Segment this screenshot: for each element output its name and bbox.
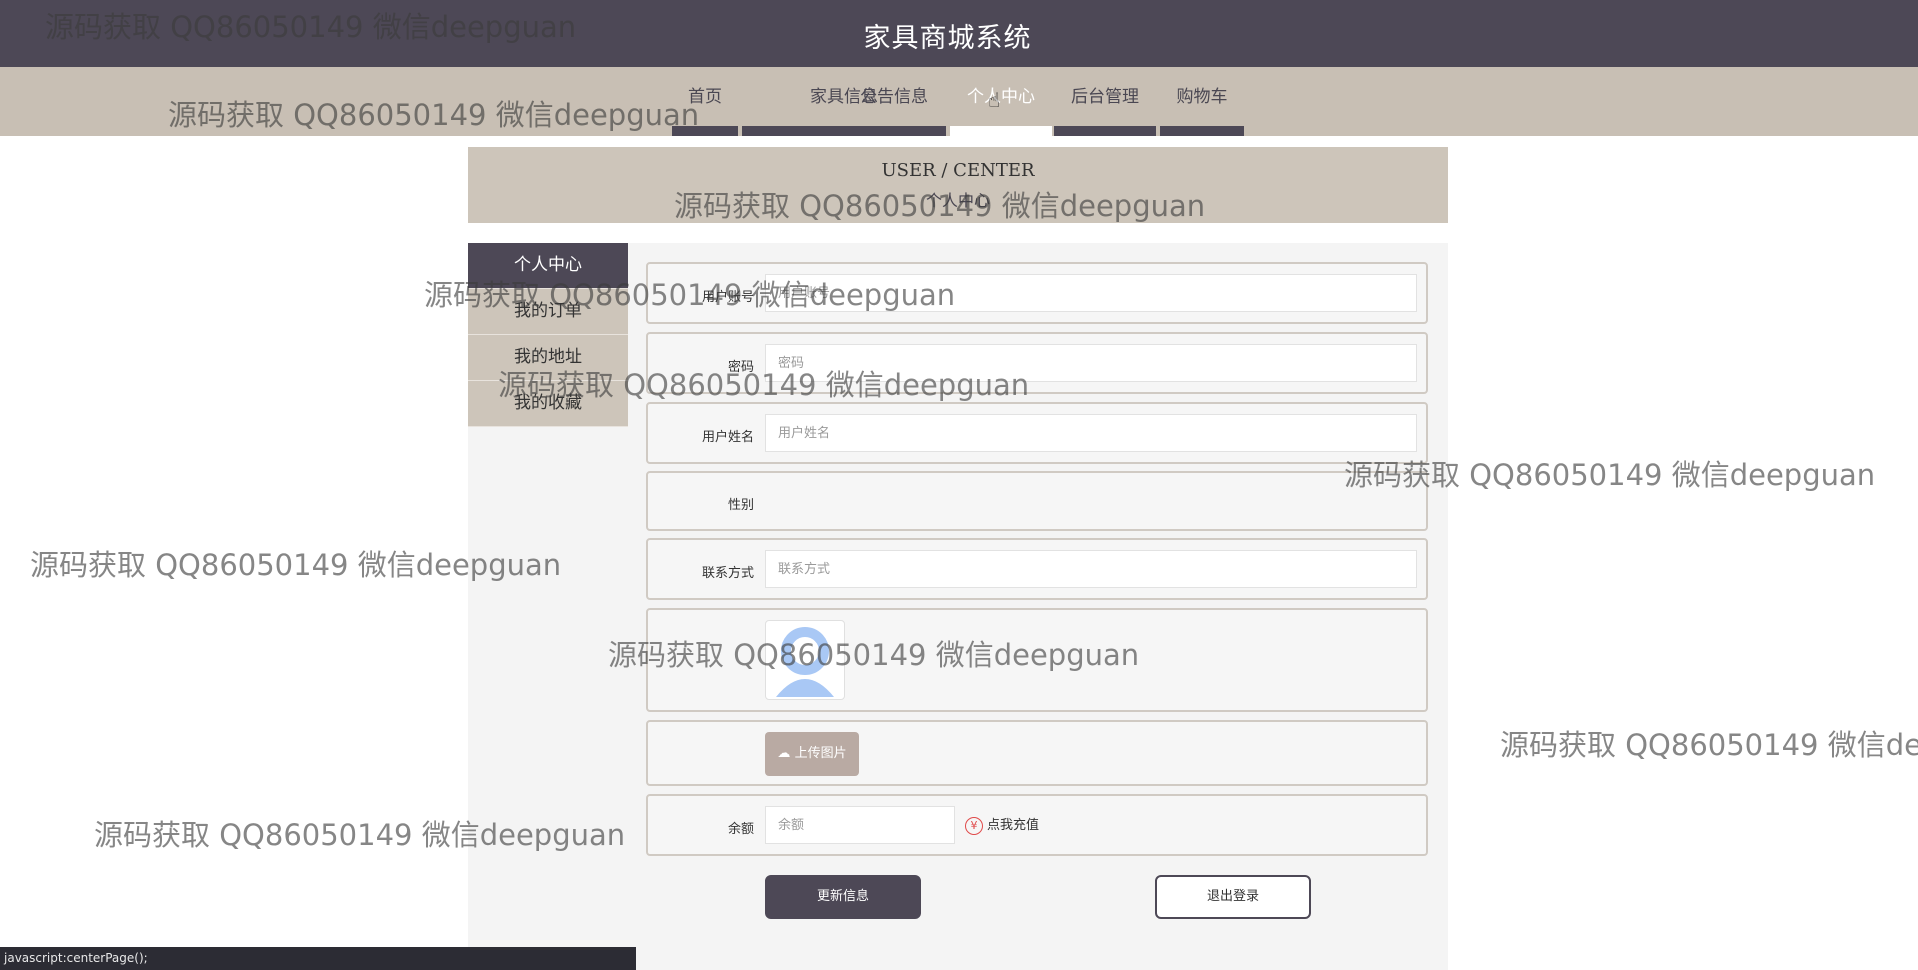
page-banner: USER / CENTER 个人中心 bbox=[468, 147, 1448, 223]
nav-item-notice[interactable]: 公告信息 bbox=[836, 67, 952, 136]
logout-button[interactable]: 退出登录 bbox=[1155, 875, 1311, 919]
upload-image-button[interactable]: ☁ 上传图片 bbox=[765, 732, 859, 776]
site-title: 家具商城系统 bbox=[863, 23, 1032, 54]
realname-label: 用户姓名 bbox=[701, 430, 754, 445]
form-row-password: 密码 bbox=[646, 332, 1428, 394]
nav-item-admin[interactable]: 后台管理 bbox=[1054, 67, 1156, 136]
watermark: 源码获取 QQ86050149 微信deepguan bbox=[1500, 728, 1918, 762]
nav-item-cart[interactable]: 购物车 bbox=[1160, 67, 1244, 136]
recharge-label: 点我充值 bbox=[987, 818, 1040, 833]
password-input[interactable] bbox=[765, 344, 1417, 382]
sidebar: 个人中心 我的订单 我的地址 我的收藏 bbox=[468, 243, 628, 427]
form-row-upload: ☁ 上传图片 bbox=[646, 720, 1428, 786]
form-row-balance: 余额 ¥ 点我充值 bbox=[646, 794, 1428, 856]
update-info-button[interactable]: 更新信息 bbox=[765, 875, 921, 919]
form-row-username: 用户账号 bbox=[646, 262, 1428, 324]
top-header: 家具商城系统 bbox=[0, 0, 1918, 67]
cloud-upload-icon: ☁ bbox=[777, 746, 791, 761]
banner-title-cn: 个人中心 bbox=[925, 191, 990, 210]
user-avatar-icon bbox=[765, 620, 845, 700]
realname-input[interactable] bbox=[765, 414, 1417, 452]
gender-label: 性别 bbox=[727, 498, 754, 513]
sidebar-item-orders[interactable]: 我的订单 bbox=[468, 289, 628, 335]
browser-status-bar: javascript:centerPage(); bbox=[0, 947, 636, 970]
main-nav: 首页 家具信息 公告信息 个人中心 后台管理 购物车 bbox=[0, 67, 1918, 136]
username-label: 用户账号 bbox=[701, 290, 754, 305]
password-label: 密码 bbox=[727, 360, 754, 375]
upload-image-label: 上传图片 bbox=[794, 746, 847, 761]
pointer-cursor-icon: ☝ bbox=[988, 88, 1001, 112]
form-row-phone: 联系方式 bbox=[646, 538, 1428, 600]
sidebar-item-user-center[interactable]: 个人中心 bbox=[468, 243, 628, 289]
banner-title-en: USER / CENTER bbox=[881, 160, 1035, 181]
username-input[interactable] bbox=[765, 274, 1417, 312]
form-row-avatar bbox=[646, 608, 1428, 712]
balance-input[interactable] bbox=[765, 806, 955, 844]
form-row-gender: 性别 bbox=[646, 471, 1428, 531]
yen-icon: ¥ bbox=[965, 816, 983, 835]
phone-label: 联系方式 bbox=[701, 566, 754, 581]
nav-item-user-center[interactable]: 个人中心 bbox=[950, 67, 1052, 136]
phone-input[interactable] bbox=[765, 550, 1417, 588]
balance-label: 余额 bbox=[727, 822, 754, 837]
sidebar-item-address[interactable]: 我的地址 bbox=[468, 335, 628, 381]
nav-item-home[interactable]: 首页 bbox=[672, 67, 738, 136]
recharge-link[interactable]: ¥ 点我充值 bbox=[965, 814, 1039, 835]
sidebar-item-favorites[interactable]: 我的收藏 bbox=[468, 381, 628, 427]
form-row-realname: 用户姓名 bbox=[646, 402, 1428, 464]
